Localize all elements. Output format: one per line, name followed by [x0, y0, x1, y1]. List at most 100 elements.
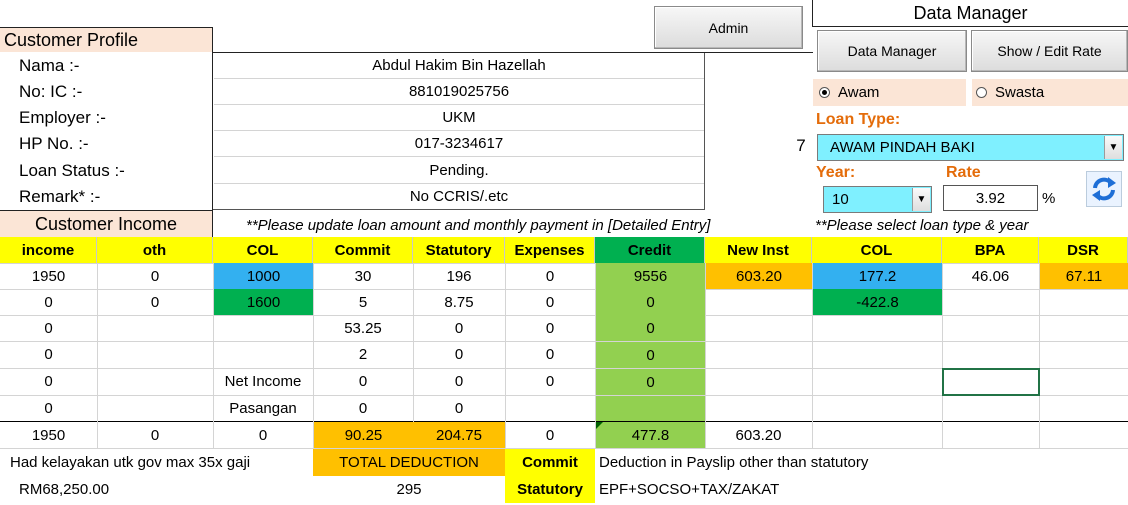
data-manager-title: Data Manager: [812, 0, 1128, 27]
profile-label-name: Nama :-: [19, 56, 80, 75]
table-cell[interactable]: 0: [413, 395, 505, 421]
radio-swasta-label: Swasta: [995, 84, 1045, 101]
table-cell[interactable]: -422.8: [813, 289, 942, 315]
table-cell[interactable]: 5: [313, 289, 413, 315]
had-kelayakan-value: RM68,250.00: [19, 481, 110, 498]
selected-cell[interactable]: [942, 368, 1040, 396]
customer-profile-title: Customer Profile: [0, 27, 213, 52]
table-cell[interactable]: 0: [596, 315, 705, 341]
table-cell[interactable]: [596, 396, 705, 421]
table-cell[interactable]: 0: [505, 341, 595, 367]
profile-label-employer: Employer :-: [19, 108, 106, 127]
table-cell[interactable]: 1000: [214, 263, 313, 289]
table-cell[interactable]: [705, 289, 812, 315]
profile-value-loan-status[interactable]: Pending.: [214, 157, 704, 184]
table-cell[interactable]: 30: [313, 263, 413, 289]
statutory-description: EPF+SOCSO+TAX/ZAKAT: [599, 481, 780, 498]
radio-awam-indicator[interactable]: [819, 87, 830, 98]
income-note: **Please update loan amount and monthly …: [246, 216, 711, 234]
rate-percent: %: [1042, 189, 1056, 207]
had-kelayakan-label: Had kelayakan utk gov max 35x gaji: [10, 454, 251, 471]
table-cell[interactable]: 0: [97, 263, 213, 289]
profile-label-loan-status: Loan Status :-: [19, 160, 125, 180]
total-cell: 90.25: [314, 422, 413, 448]
profile-value-hp[interactable]: 017-3234617: [214, 131, 704, 157]
profile-label-ic: No: IC :-: [19, 82, 83, 101]
profile-value-ic[interactable]: 881019025756: [214, 79, 704, 105]
header-statutory: Statutory: [413, 237, 505, 263]
table-cell[interactable]: 1950: [0, 263, 97, 289]
table-cell[interactable]: 0: [596, 369, 705, 395]
commit-description: Deduction in Payslip other than statutor…: [599, 454, 869, 471]
table-cell[interactable]: 177.2: [813, 263, 942, 289]
header-credit: Credit: [595, 237, 705, 263]
table-cell[interactable]: [1039, 289, 1128, 315]
table-cell: Pasangan: [229, 399, 297, 417]
table-cell[interactable]: 196: [413, 263, 505, 289]
header-dsr: DSR: [1039, 237, 1128, 263]
radio-awam[interactable]: Awam: [813, 79, 966, 106]
admin-button[interactable]: Admin: [654, 6, 803, 49]
radio-swasta-indicator[interactable]: [976, 87, 987, 98]
table-cell[interactable]: 53.25: [313, 315, 413, 341]
header-bpa: BPA: [942, 237, 1039, 263]
header-oth: oth: [97, 237, 213, 263]
show-edit-rate-button[interactable]: Show / Edit Rate: [971, 30, 1128, 72]
header-commit: Commit: [313, 237, 413, 263]
table-cell[interactable]: 0: [0, 341, 97, 367]
table-cell[interactable]: 0: [0, 395, 97, 421]
table-cell[interactable]: 67.11: [1040, 263, 1128, 289]
radio-swasta[interactable]: Swasta: [972, 79, 1128, 106]
table-cell[interactable]: 0: [505, 289, 595, 315]
year-label: Year:: [816, 164, 856, 181]
loan-type-value: AWAM PINDAH BAKI: [830, 139, 975, 156]
table-cell[interactable]: 0: [413, 315, 505, 341]
chevron-down-icon[interactable]: ▼: [1104, 136, 1122, 159]
table-cell[interactable]: 0: [596, 289, 705, 315]
table-cell[interactable]: 0: [413, 368, 505, 395]
table-cell[interactable]: 0: [313, 395, 413, 421]
table-cell[interactable]: 0: [505, 368, 595, 395]
header-col: COL: [213, 237, 313, 263]
table-cell[interactable]: [942, 289, 1039, 315]
commit-label: Commit: [505, 449, 595, 476]
table-cell[interactable]: 0: [413, 341, 505, 367]
customer-income-title: Customer Income: [0, 210, 213, 237]
profile-value-employer[interactable]: UKM: [214, 105, 704, 131]
year-value: 10: [832, 191, 849, 208]
table-cell[interactable]: 46.06: [942, 263, 1039, 289]
total-cell: 0: [545, 426, 555, 444]
chevron-down-icon[interactable]: ▼: [912, 188, 930, 211]
table-cell[interactable]: 8.75: [413, 289, 505, 315]
table-cell[interactable]: 0: [505, 263, 595, 289]
table-cell[interactable]: 0: [0, 315, 97, 341]
total-cell: 204.75: [413, 422, 505, 448]
profile-value-remark[interactable]: No CCRIS/.etc: [214, 184, 704, 209]
table-cell[interactable]: 1600: [214, 289, 313, 315]
rate-label: Rate: [946, 164, 981, 181]
total-deduction-value: 295: [396, 480, 422, 498]
table-cell[interactable]: 0: [0, 289, 97, 315]
total-cell: 1950: [31, 426, 66, 444]
profile-side-number: 7: [796, 136, 806, 155]
data-manager-button[interactable]: Data Manager: [817, 30, 967, 72]
table-cell[interactable]: 0: [505, 315, 595, 341]
table-cell[interactable]: 603.20: [706, 263, 812, 289]
table-cell[interactable]: 9556: [596, 263, 705, 289]
table-cell[interactable]: 0: [313, 368, 413, 395]
profile-value-name[interactable]: Abdul Hakim Bin Hazellah: [214, 53, 704, 79]
refresh-icon[interactable]: [1086, 171, 1122, 207]
total-cell: 0: [258, 426, 268, 444]
table-cell[interactable]: 0: [0, 368, 97, 395]
header-income: income: [0, 237, 97, 263]
rate-input[interactable]: 3.92: [943, 185, 1038, 211]
header-col-2: COL: [812, 237, 942, 263]
radio-awam-label: Awam: [838, 84, 880, 101]
table-cell[interactable]: 2: [313, 341, 413, 367]
table-cell: Net Income: [224, 373, 302, 390]
loan-type-dropdown[interactable]: AWAM PINDAH BAKI ▼: [817, 134, 1124, 161]
table-cell[interactable]: 0: [97, 289, 213, 315]
table-cell[interactable]: 0: [596, 342, 705, 368]
total-cell: 477.8: [596, 422, 705, 448]
year-dropdown[interactable]: 10 ▼: [823, 186, 932, 213]
